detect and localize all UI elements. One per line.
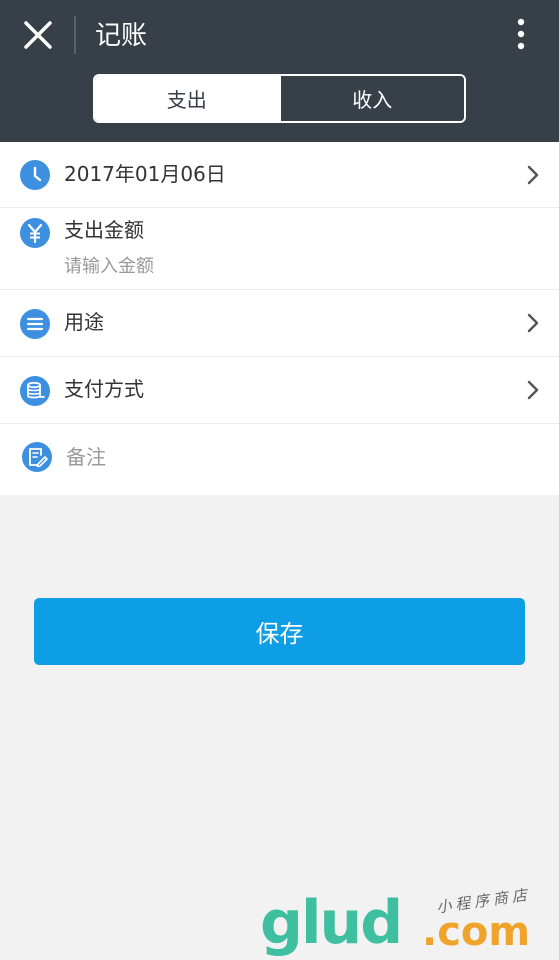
clock-icon <box>20 160 50 190</box>
payment-method-label: 支付方式 <box>64 377 144 401</box>
header-divider <box>74 16 76 54</box>
amount-input[interactable]: 请输入金额 <box>64 254 154 280</box>
entry-form: 2017年01月06日 支出金额 请输入金额 用途 支付方式 备注 <box>0 142 559 495</box>
date-value: 2017年01月06日 <box>64 162 226 186</box>
database-icon <box>20 376 50 406</box>
amount-row: 支出金额 请输入金额 <box>0 208 559 290</box>
expense-income-toggle: 支出 收入 <box>93 74 466 123</box>
chevron-right-icon <box>527 313 539 333</box>
watermark: glud .com 小程序商店 <box>260 885 550 958</box>
date-row[interactable]: 2017年01月06日 <box>0 142 559 208</box>
tab-income[interactable]: 收入 <box>278 76 464 121</box>
yen-icon <box>20 218 50 248</box>
app-header: 记账 支出 收入 <box>0 0 559 142</box>
more-vertical-icon[interactable] <box>506 16 536 56</box>
purpose-row[interactable]: 用途 <box>0 290 559 357</box>
note-input[interactable]: 备注 <box>66 444 106 470</box>
page-title: 记账 <box>95 21 148 51</box>
note-row[interactable]: 备注 <box>0 424 559 495</box>
payment-method-row[interactable]: 支付方式 <box>0 357 559 424</box>
watermark-logo: glud <box>260 888 403 958</box>
close-icon[interactable] <box>20 17 58 55</box>
list-icon <box>20 309 50 339</box>
purpose-label: 用途 <box>64 310 104 334</box>
note-edit-icon <box>22 442 52 472</box>
amount-label: 支出金额 <box>64 218 144 242</box>
chevron-right-icon <box>527 165 539 185</box>
tab-expense[interactable]: 支出 <box>95 76 279 121</box>
save-button[interactable]: 保存 <box>34 598 525 665</box>
chevron-right-icon <box>527 380 539 400</box>
